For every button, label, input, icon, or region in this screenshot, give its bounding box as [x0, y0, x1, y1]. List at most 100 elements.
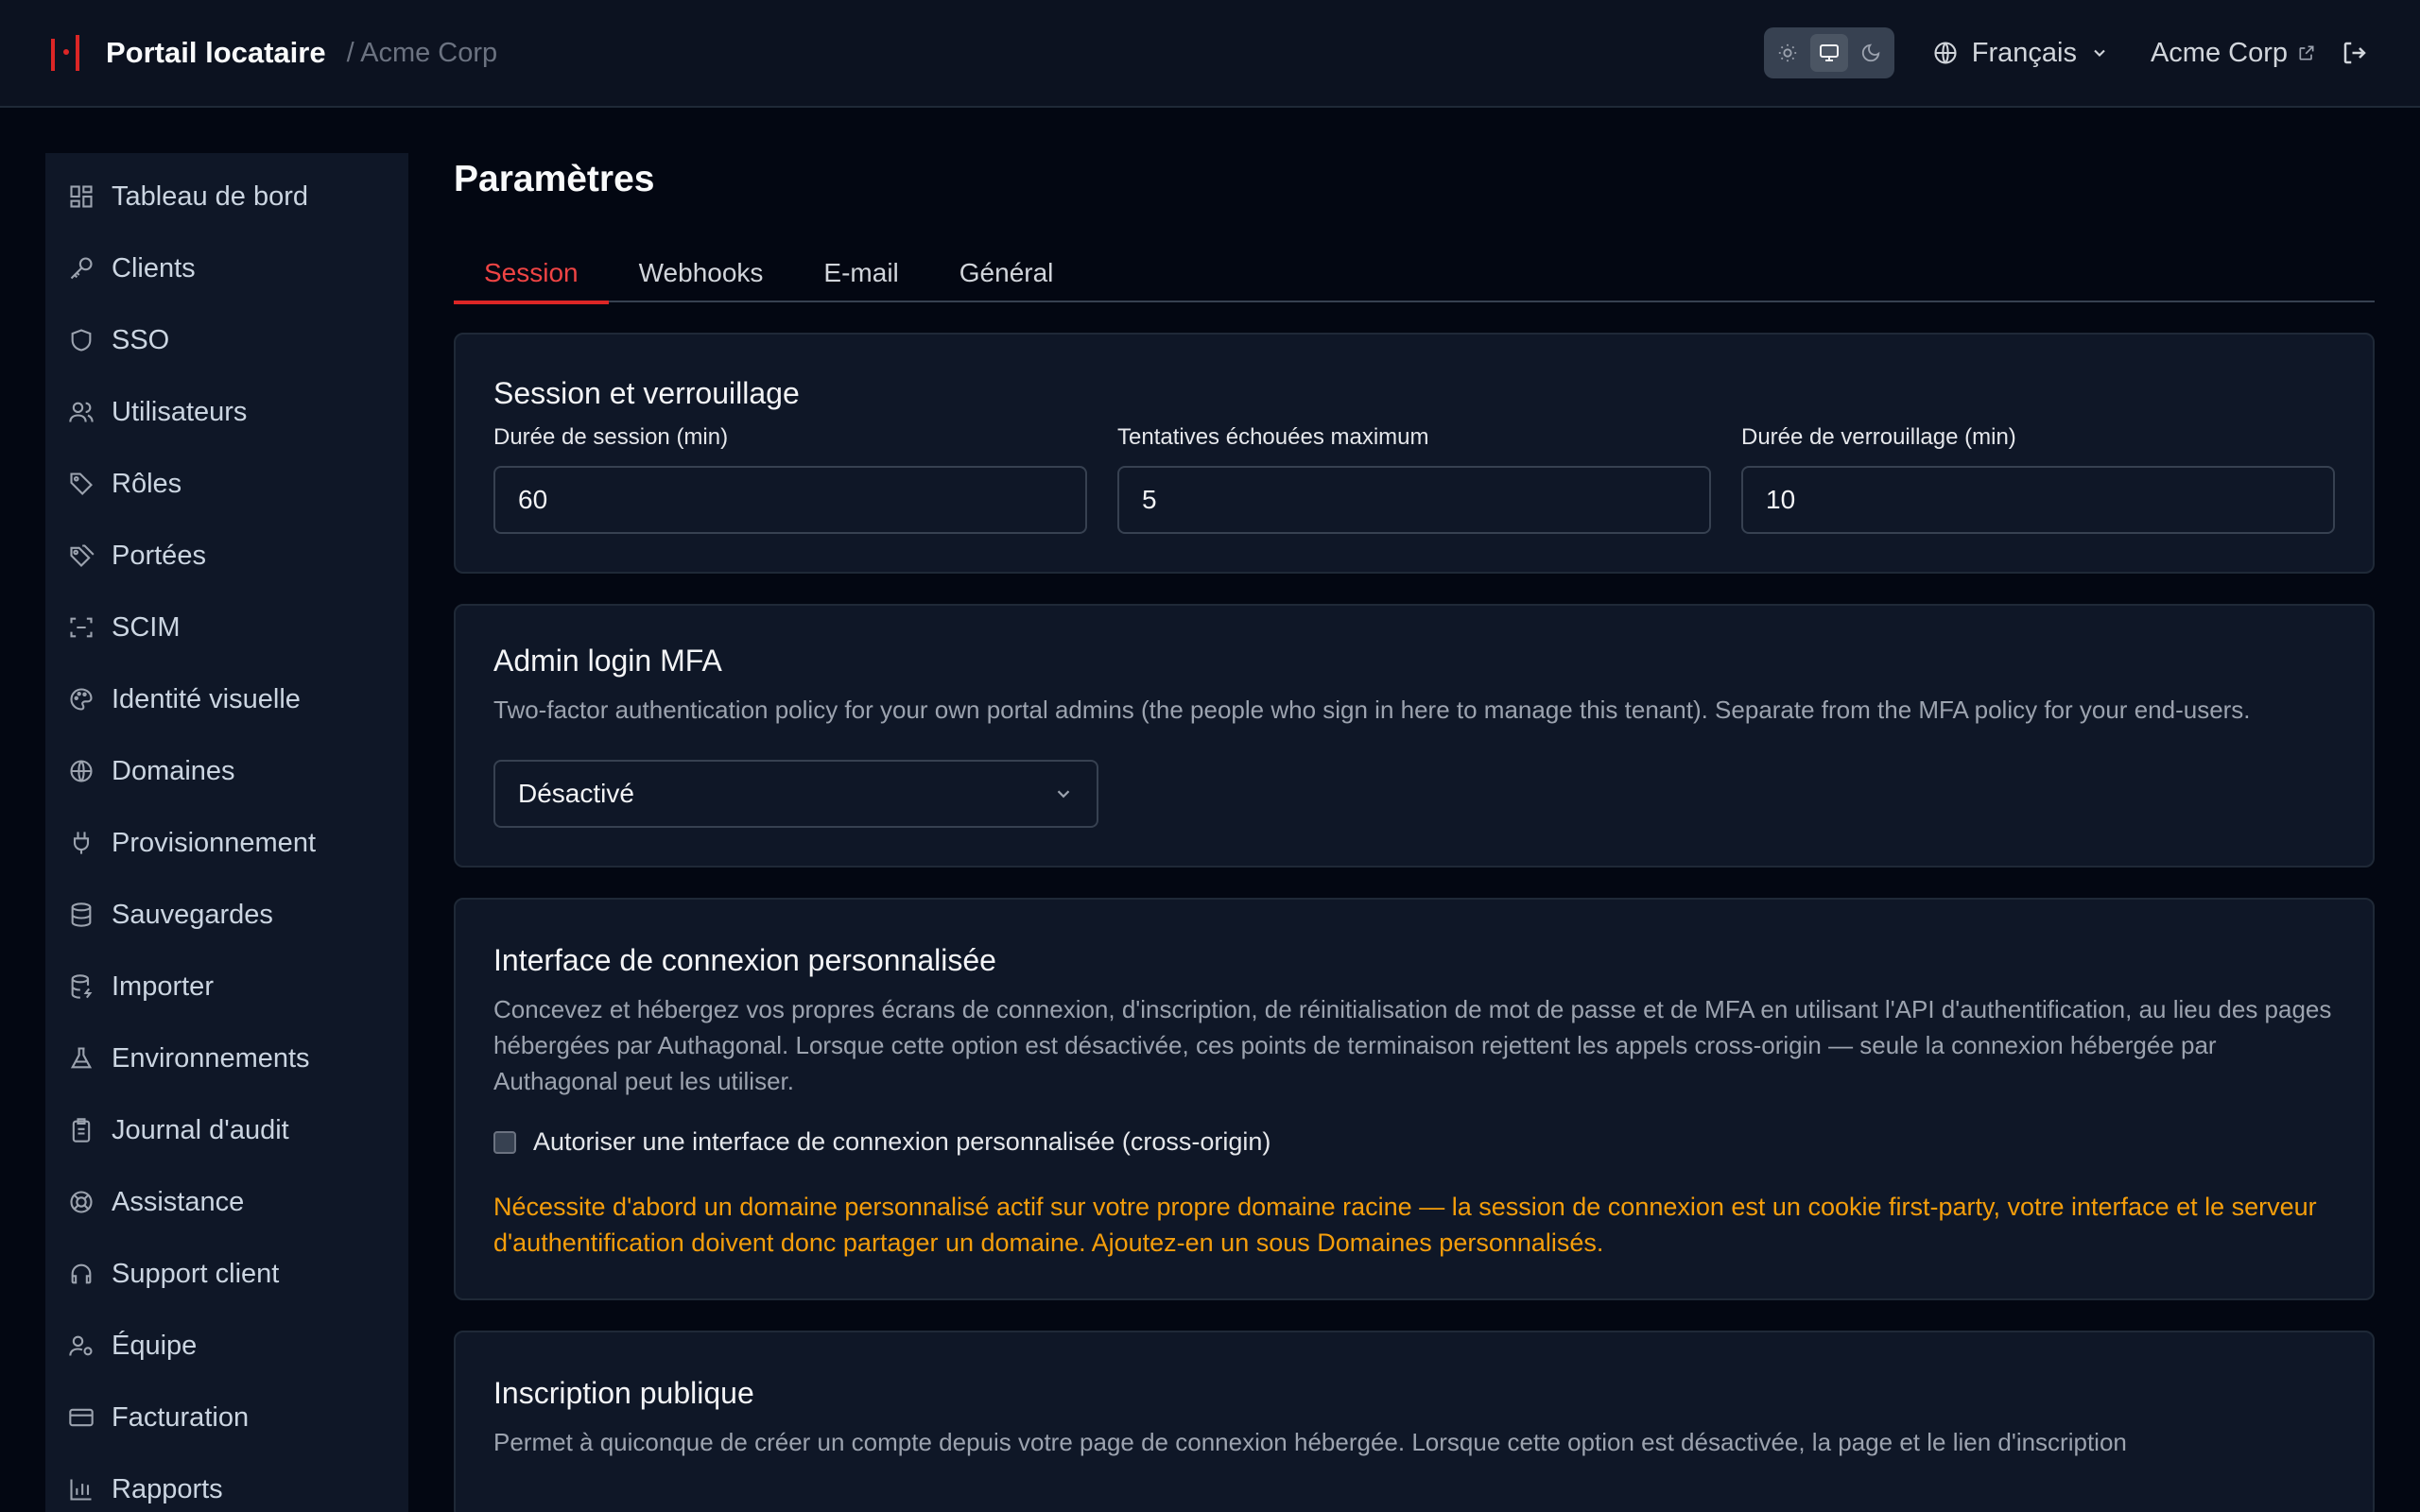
logout-icon: [2343, 42, 2366, 64]
theme-toggle: [1763, 27, 1894, 78]
sidebar-item-label: Identité visuelle: [112, 683, 301, 714]
language-selector[interactable]: Français: [1932, 38, 2109, 69]
sidebar-item-label: Facturation: [112, 1401, 250, 1433]
sidebar-item-users[interactable]: Utilisateurs: [45, 376, 408, 448]
session-duration-label: Durée de session (min): [493, 424, 729, 450]
users-icon: [69, 402, 94, 422]
clipboard-icon: [72, 1118, 91, 1143]
sidebar-item-sso[interactable]: SSO: [45, 304, 408, 376]
mfa-card-description: Two-factor authentication policy for you…: [493, 696, 2251, 724]
custom-login-checkbox-label: Autoriser une interface de connexion per…: [533, 1127, 1271, 1156]
sidebar-item-assistance[interactable]: Assistance: [45, 1166, 408, 1238]
chevron-down-icon: [2094, 49, 2105, 57]
lockout-duration-label: Durée de verrouillage (min): [1741, 424, 2016, 450]
lockout-duration-input[interactable]: 10: [1741, 466, 2335, 534]
tenant-external-link[interactable]: Acme Corp: [2151, 38, 2316, 69]
tab-general[interactable]: Général: [929, 244, 1084, 302]
shield-icon: [71, 329, 92, 352]
max-failed-attempts-input[interactable]: 5: [1117, 466, 1711, 534]
globe-icon: [1934, 42, 1957, 64]
bar-chart-icon: [70, 1479, 92, 1501]
custom-login-checkbox[interactable]: [493, 1130, 516, 1154]
sidebar-item-dashboard[interactable]: Tableau de bord: [45, 161, 408, 232]
sidebar-item-label: Portées: [112, 540, 206, 571]
custom-login-description: Concevez et hébergez vos propres écrans …: [493, 995, 2332, 1095]
sidebar-item-label: Journal d'audit: [112, 1114, 289, 1145]
tag-icon: [70, 472, 93, 495]
dark-theme-button[interactable]: [1852, 34, 1890, 72]
sidebar-item-backups[interactable]: Sauvegardes: [45, 879, 408, 951]
custom-login-card: Interface de connexion personnalisée Con…: [454, 898, 2375, 1300]
custom-login-warning: Nécessite d'abord un domaine personnalis…: [493, 1193, 2317, 1257]
custom-login-toggle[interactable]: Autoriser une interface de connexion per…: [493, 1127, 2335, 1157]
sidebar-item-label: Assistance: [112, 1186, 245, 1217]
system-theme-button[interactable]: [1809, 34, 1848, 72]
sidebar-item-label: Clients: [112, 252, 196, 284]
database-icon: [71, 902, 92, 927]
tab-session[interactable]: Session: [454, 244, 609, 304]
sidebar-item-scim[interactable]: SCIM: [45, 592, 408, 663]
sidebar-item-billing[interactable]: Facturation: [45, 1382, 408, 1453]
sidebar-item-label: Support client: [112, 1258, 280, 1289]
sidebar-item-domains[interactable]: Domaines: [45, 735, 408, 807]
palette-icon: [70, 688, 93, 711]
tab-email[interactable]: E-mail: [793, 244, 928, 302]
sun-icon: [1778, 43, 1796, 62]
dashboard-icon: [70, 185, 93, 208]
sidebar-item-label: SCIM: [112, 611, 181, 643]
sidebar-item-scopes[interactable]: Portées: [45, 520, 408, 592]
custom-login-title: Interface de connexion personnalisée: [493, 943, 996, 977]
session-card-title: Session et verrouillage: [493, 376, 800, 410]
sidebar-item-roles[interactable]: Rôles: [45, 448, 408, 520]
mfa-policy-selected: Désactivé: [518, 779, 634, 808]
public-signup-title: Inscription publique: [493, 1376, 754, 1410]
logout-button[interactable]: [2341, 39, 2369, 67]
tenant-link-label: Acme Corp: [2150, 37, 2288, 68]
sidebar: Tableau de bord Clients SSO Utilisateurs…: [45, 153, 408, 1512]
flask-icon: [70, 1047, 93, 1069]
main-content: Paramètres Session Webhooks E-mail Génér…: [454, 153, 2375, 1512]
sidebar-item-provisioning[interactable]: Provisionnement: [45, 807, 408, 879]
brand-title[interactable]: Portail locataire: [106, 36, 326, 70]
sidebar-item-label: Sauvegardes: [112, 899, 273, 930]
sidebar-item-label: Provisionnement: [112, 827, 316, 858]
sidebar-item-label: Rapports: [112, 1473, 223, 1504]
sidebar-item-environments[interactable]: Environnements: [45, 1022, 408, 1094]
language-label: Français: [1971, 37, 2077, 68]
sidebar-item-import[interactable]: Importer: [45, 951, 408, 1022]
external-link-icon: [2299, 45, 2314, 60]
database-import-icon: [71, 974, 93, 999]
sidebar-item-audit-log[interactable]: Journal d'audit: [45, 1094, 408, 1166]
chevron-down-icon: [1057, 790, 1070, 799]
session-lockout-card: Session et verrouillage Durée de session…: [454, 333, 2375, 574]
sidebar-item-reports[interactable]: Rapports: [45, 1453, 408, 1512]
sidebar-item-label: Utilisateurs: [112, 396, 248, 427]
moon-icon: [1861, 43, 1880, 62]
settings-tabs: Session Webhooks E-mail Général: [454, 244, 2375, 304]
page-title: Paramètres: [454, 159, 655, 199]
sidebar-item-label: Rôles: [112, 468, 182, 499]
key-icon: [70, 257, 93, 280]
admin-mfa-card: Admin login MFA Two-factor authenticatio…: [454, 604, 2375, 868]
sidebar-item-label: Tableau de bord: [112, 180, 308, 212]
credit-card-icon: [69, 1408, 94, 1427]
sidebar-item-clients[interactable]: Clients: [45, 232, 408, 304]
sidebar-item-customer-support[interactable]: Support client: [45, 1238, 408, 1310]
monitor-icon: [1819, 44, 1839, 61]
sidebar-item-label: Environnements: [112, 1042, 310, 1074]
sidebar-item-label: SSO: [112, 324, 170, 355]
light-theme-button[interactable]: [1769, 34, 1806, 72]
public-signup-card: Inscription publique Permet à quiconque …: [454, 1331, 2375, 1512]
scan-icon: [70, 617, 93, 638]
lifebuoy-icon: [70, 1191, 93, 1213]
sidebar-item-team[interactable]: Équipe: [45, 1310, 408, 1382]
mfa-card-title: Admin login MFA: [493, 644, 722, 678]
globe-icon: [70, 760, 93, 782]
tab-webhooks[interactable]: Webhooks: [609, 244, 794, 302]
org-breadcrumb: / Acme Corp: [346, 37, 498, 68]
mfa-policy-select[interactable]: Désactivé: [493, 760, 1098, 828]
sidebar-item-label: Domaines: [112, 755, 235, 786]
sidebar-item-branding[interactable]: Identité visuelle: [45, 663, 408, 735]
session-duration-input[interactable]: 60: [493, 466, 1087, 534]
user-cog-icon: [69, 1335, 93, 1356]
